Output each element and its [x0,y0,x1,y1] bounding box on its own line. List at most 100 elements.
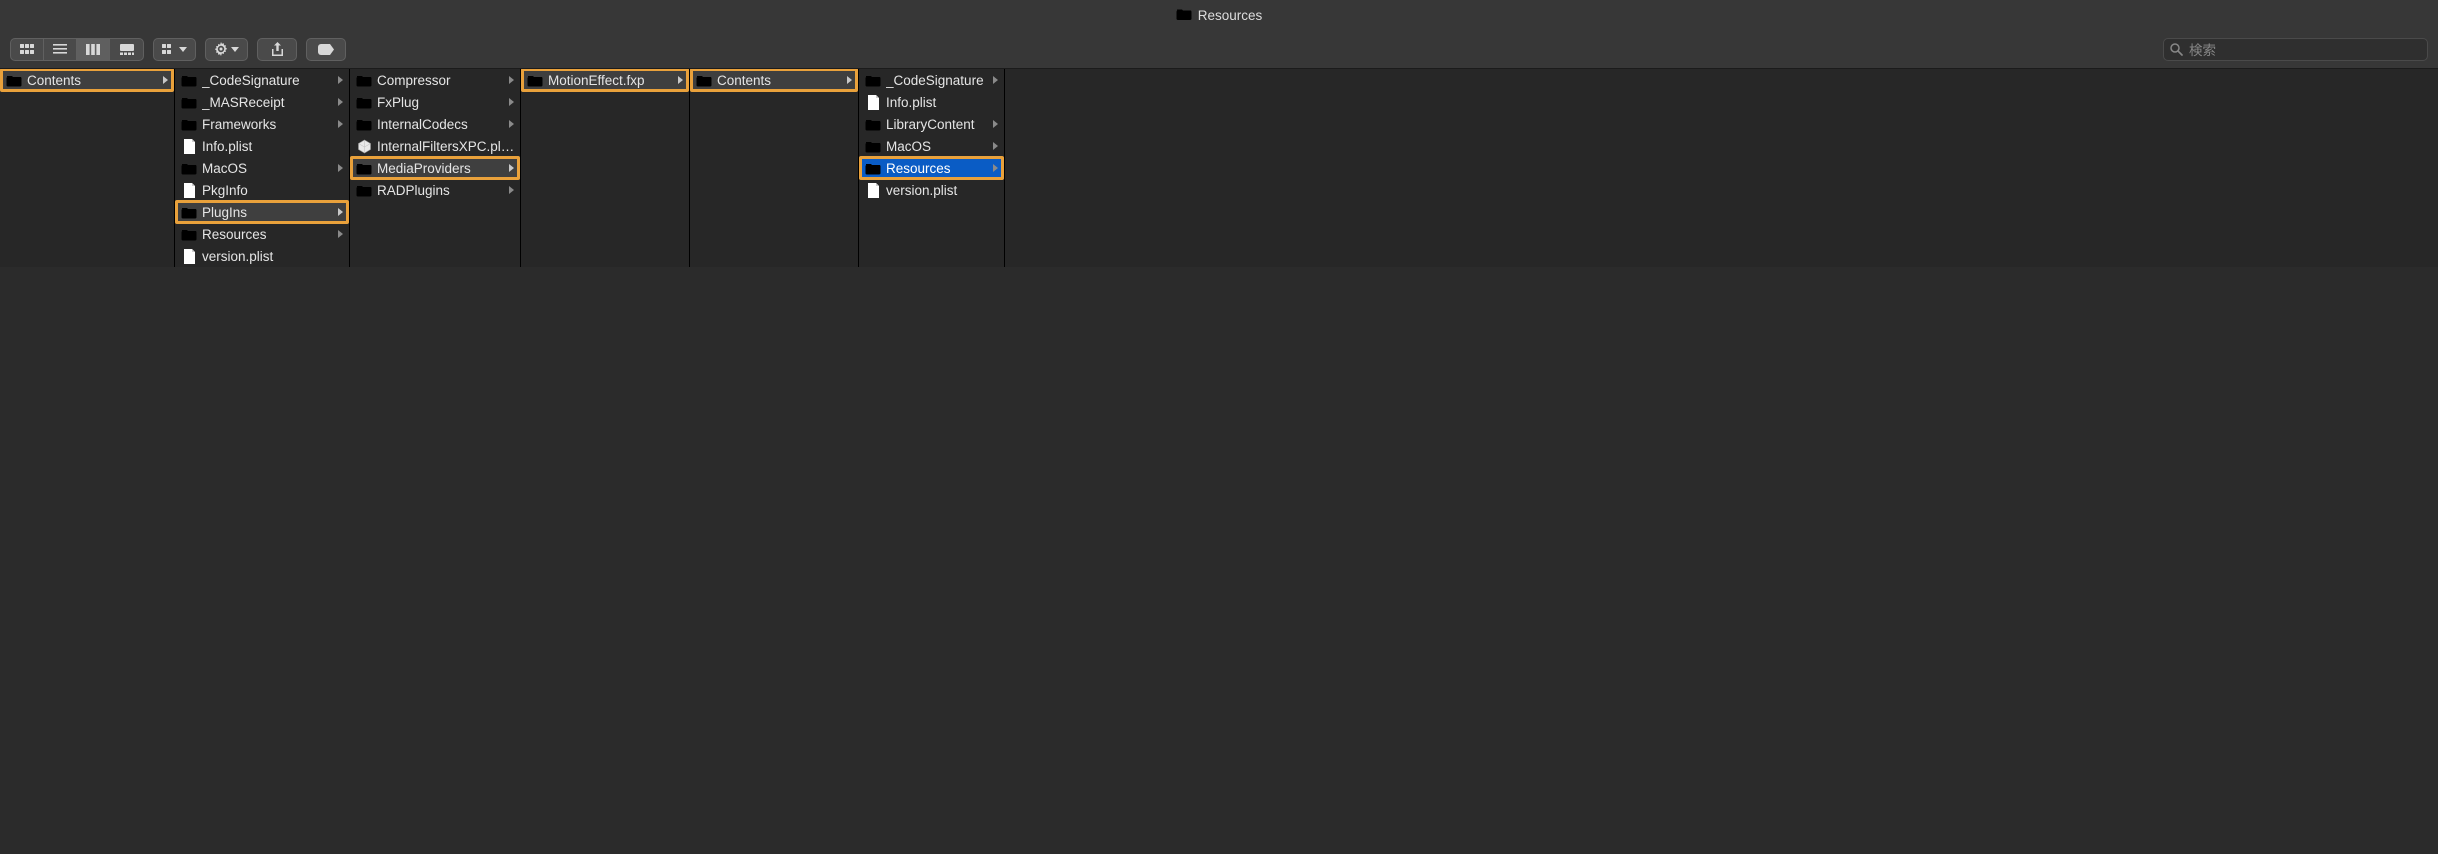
item-label: Frameworks [202,117,338,132]
folder-icon [355,96,373,109]
chevron-right-icon [338,208,346,216]
chevron-right-icon [509,120,517,128]
column-3[interactable]: MotionEffect.fxp [521,69,690,267]
finder-item[interactable]: InternalCodecs [350,113,520,135]
tags-button[interactable] [306,38,346,61]
column-5[interactable]: _CodeSignature Info.plist LibraryContent Ma… [859,69,1005,267]
item-label: Info.plist [202,139,346,154]
folder-icon [180,228,198,241]
finder-item[interactable]: MediaProviders [350,157,520,179]
finder-item[interactable]: MacOS [859,135,1004,157]
finder-item[interactable]: LibraryContent [859,113,1004,135]
chevron-right-icon [993,142,1001,150]
item-label: LibraryContent [886,117,993,132]
finder-item[interactable]: _CodeSignature [859,69,1004,91]
chevron-right-icon [993,120,1001,128]
file-icon [864,95,882,110]
item-label: Info.plist [886,95,1001,110]
finder-item[interactable]: version.plist [175,245,349,267]
chevron-right-icon [338,76,346,84]
finder-item[interactable]: FxPlug [350,91,520,113]
item-label: _MASReceipt [202,95,338,110]
chevron-right-icon [509,186,517,194]
finder-item[interactable]: Contents [690,69,858,91]
file-icon [180,139,198,154]
view-gallery-button[interactable] [110,39,143,60]
folder-icon [180,162,198,175]
folder-icon [355,162,373,175]
folder-icon [864,162,882,175]
window-title: Resources [1198,8,1263,23]
finder-item[interactable]: _MASReceipt [175,91,349,113]
item-label: MotionEffect.fxp [548,73,678,88]
item-label: MediaProviders [377,161,509,176]
finder-item[interactable]: Resources [859,157,1004,179]
chevron-right-icon [509,164,517,172]
folder-icon [864,140,882,153]
chevron-right-icon [993,76,1001,84]
plugin-icon [355,139,373,154]
group-by-button[interactable] [153,38,196,61]
column-view: Contents _CodeSignature _MASReceipt Framewo… [0,69,2438,267]
folder-icon [864,118,882,131]
item-label: PkgInfo [202,183,346,198]
finder-item[interactable]: version.plist [859,179,1004,201]
folder-icon [355,118,373,131]
finder-item[interactable]: Contents [0,69,174,91]
chevron-right-icon [847,76,855,84]
view-mode-switcher [10,38,144,61]
view-list-button[interactable] [44,39,77,60]
view-icon-button[interactable] [11,39,44,60]
column-1[interactable]: _CodeSignature _MASReceipt Frameworks Info.… [175,69,350,267]
folder-icon [355,184,373,197]
finder-item[interactable]: MacOS [175,157,349,179]
finder-item[interactable]: Compressor [350,69,520,91]
action-button[interactable] [205,38,248,61]
column-0[interactable]: Contents [0,69,175,267]
folder-icon [180,96,198,109]
share-button[interactable] [257,38,297,61]
chevron-right-icon [509,76,517,84]
folder-icon [180,118,198,131]
item-label: Resources [202,227,338,242]
finder-item[interactable]: Resources [175,223,349,245]
finder-item[interactable]: Frameworks [175,113,349,135]
finder-item[interactable]: _CodeSignature [175,69,349,91]
chevron-right-icon [338,98,346,106]
folder-icon [864,74,882,87]
item-label: MacOS [886,139,993,154]
item-label: Contents [27,73,163,88]
column-4[interactable]: Contents [690,69,859,267]
item-label: _CodeSignature [886,73,993,88]
column-2[interactable]: CompressorFxPlug InternalCodecs InternalFi… [350,69,521,267]
chevron-right-icon [338,164,346,172]
item-label: Resources [886,161,993,176]
window-titlebar: Resources [0,0,2438,30]
finder-item[interactable]: PlugIns [175,201,349,223]
item-label: MacOS [202,161,338,176]
finder-item[interactable]: Info.plist [859,91,1004,113]
item-label: InternalCodecs [377,117,509,132]
item-label: InternalFiltersXPC.pluginkit [377,139,517,154]
finder-item[interactable]: Info.plist [175,135,349,157]
chevron-right-icon [163,76,171,84]
chevron-right-icon [509,98,517,106]
view-column-button[interactable] [77,39,110,60]
chevron-right-icon [338,230,346,238]
finder-item[interactable]: InternalFiltersXPC.pluginkit [350,135,520,157]
file-icon [180,183,198,198]
folder-icon [5,74,23,87]
chevron-right-icon [678,76,686,84]
search-icon [2170,43,2183,56]
search-placeholder: 検索 [2189,39,2216,59]
item-label: _CodeSignature [202,73,338,88]
finder-item[interactable]: RADPlugins [350,179,520,201]
finder-item[interactable]: MotionEffect.fxp [521,69,689,91]
chevron-down-icon [231,47,239,52]
finder-item[interactable]: PkgInfo [175,179,349,201]
file-icon [180,249,198,264]
folder-icon [526,74,544,87]
folder-icon [180,206,198,219]
search-field[interactable]: 検索 [2163,38,2428,61]
folder-icon [695,74,713,87]
